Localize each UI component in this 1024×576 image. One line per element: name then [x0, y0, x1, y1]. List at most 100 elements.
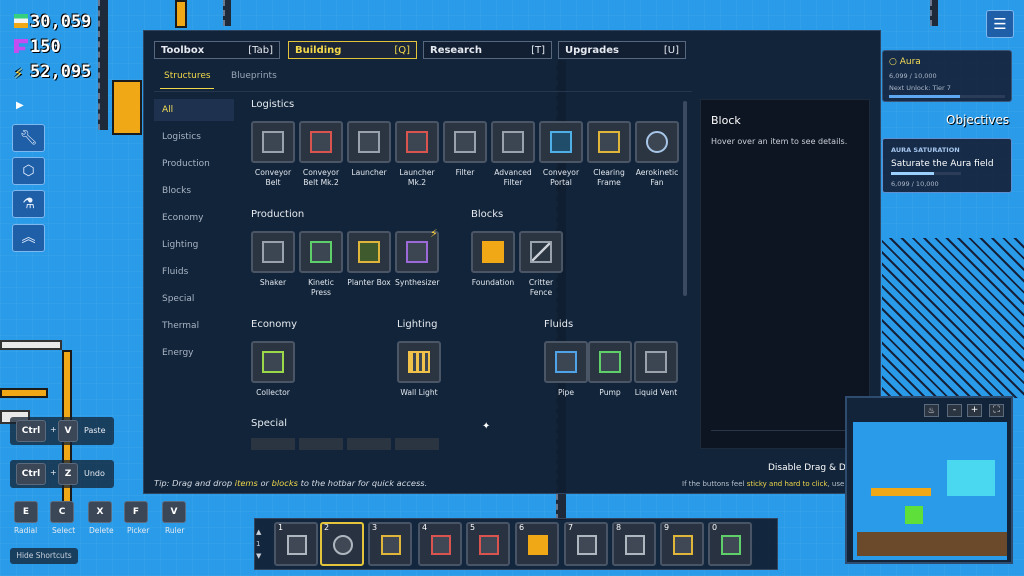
hint-pre: If the buttons feel: [682, 480, 747, 488]
slot-number: 9: [664, 523, 670, 532]
fullscreen-icon[interactable]: ⛶: [989, 404, 1004, 417]
hotbar-slot-2[interactable]: 2: [320, 522, 364, 566]
category-special[interactable]: Special: [154, 288, 234, 310]
key-c: C: [50, 501, 74, 523]
item-conveyor-belt-mk2[interactable]: Conveyor Belt Mk.2: [299, 121, 343, 188]
divider: [711, 430, 861, 431]
item-conveyor-portal[interactable]: Conveyor Portal: [539, 121, 583, 188]
delete-label: Delete: [89, 526, 114, 535]
wand-icon: [721, 535, 741, 555]
tip-items: items: [234, 478, 258, 488]
item-label: Aerokinetic Fan: [635, 168, 679, 187]
item-conveyor-belt[interactable]: Conveyor Belt: [251, 121, 295, 188]
slot-number: 4: [422, 523, 428, 532]
tab-building[interactable]: Building [Q]: [288, 41, 417, 59]
launcher-mk2-icon: [479, 535, 499, 555]
item-launcher-mk2[interactable]: Launcher Mk.2: [395, 121, 439, 188]
item-label: Synthesizer: [395, 278, 440, 287]
cells-resource: 30,059: [14, 12, 91, 32]
item-kinetic-press[interactable]: Kinetic Press: [299, 231, 343, 298]
hotbar-slot-4[interactable]: 4: [418, 522, 462, 566]
objective-progress-track: [891, 172, 961, 175]
lightning-icon: ⚡: [14, 64, 24, 82]
item-filter[interactable]: Filter: [443, 121, 487, 178]
item-planter-box[interactable]: Planter Box: [347, 231, 391, 288]
flask-button[interactable]: ⚗: [12, 190, 45, 218]
liquid-vent-icon: [645, 351, 667, 373]
item-collector[interactable]: Collector: [251, 341, 295, 398]
aura-next-unlock: Next Unlock: Tier 7: [889, 84, 951, 92]
key-v: V: [162, 501, 186, 523]
plus-icon[interactable]: +: [967, 404, 982, 417]
hotbar-scroll-arrows[interactable]: ▲ 1 ▼: [256, 526, 261, 562]
subtab-structures[interactable]: Structures: [164, 71, 211, 81]
flux-value: 150: [30, 37, 61, 57]
hotbar-slot-6[interactable]: 6: [515, 522, 559, 566]
category-lighting[interactable]: Lighting: [154, 234, 234, 256]
category-logistics[interactable]: Logistics: [154, 126, 234, 148]
tab-label: Upgrades: [565, 45, 620, 56]
crafting-icon: [673, 535, 693, 555]
category-economy[interactable]: Economy: [154, 207, 234, 229]
minimap[interactable]: ♨ - + ⛶: [845, 396, 1013, 564]
menu-button[interactable]: ☰: [986, 10, 1014, 38]
scrollbar[interactable]: [683, 101, 687, 296]
divider: [154, 91, 692, 92]
category-blocks[interactable]: Blocks: [154, 180, 234, 202]
item-launcher[interactable]: Launcher: [347, 121, 391, 178]
fire-icon[interactable]: ♨: [924, 404, 939, 417]
launcher-mk2-icon: [406, 131, 428, 153]
synthesizer-icon: [406, 241, 428, 263]
item-label: Launcher: [351, 168, 387, 177]
category-energy[interactable]: Energy: [154, 342, 234, 364]
item-foundation[interactable]: Foundation: [471, 231, 515, 288]
wrench-button[interactable]: 🔧︎: [12, 124, 45, 152]
hotbar-slot-1[interactable]: 1: [274, 522, 318, 566]
subtab-blueprints[interactable]: Blueprints: [231, 71, 277, 81]
item-wall-light[interactable]: Wall Light: [397, 341, 441, 398]
item-pipe[interactable]: Pipe: [544, 341, 588, 398]
slot-number: 6: [519, 523, 525, 532]
special-items-row: [251, 438, 491, 450]
section-blocks-title: Blocks: [471, 209, 504, 220]
item-advanced-filter[interactable]: Advanced Filter: [491, 121, 535, 188]
category-all[interactable]: All: [154, 99, 234, 121]
hotbar-slot-3[interactable]: 3: [368, 522, 412, 566]
advanced-filter-icon: [577, 535, 597, 555]
play-icon[interactable]: ▶: [16, 100, 24, 111]
tab-toolbox[interactable]: Toolbox [Tab]: [154, 41, 280, 59]
plus-sign: +: [50, 468, 57, 477]
item-clearing-frame[interactable]: Clearing Frame: [587, 121, 631, 188]
aura-progress-track: [889, 95, 1005, 98]
category-thermal[interactable]: Thermal: [154, 315, 234, 337]
slot-number: 7: [568, 523, 574, 532]
hotbar-slot-9[interactable]: 9: [660, 522, 704, 566]
hotbar-slot-5[interactable]: 5: [466, 522, 510, 566]
item-pump[interactable]: Pump: [588, 341, 632, 398]
hotbar-slot-0[interactable]: 0: [708, 522, 752, 566]
objective-card[interactable]: AURA SATURATION Saturate the Aura field …: [882, 138, 1012, 193]
minus-icon[interactable]: -: [947, 404, 962, 417]
tab-upgrades[interactable]: Upgrades [U]: [558, 41, 686, 59]
item-shaker[interactable]: Shaker: [251, 231, 295, 288]
item-critter-fence[interactable]: Critter Fence: [519, 231, 563, 298]
hotbar-slot-7[interactable]: 7: [564, 522, 608, 566]
power-resource: ⚡ 52,095: [14, 62, 91, 82]
detail-title: Block: [711, 114, 741, 127]
category-fluids[interactable]: Fluids: [154, 261, 234, 283]
category-production[interactable]: Production: [154, 153, 234, 175]
hide-shortcuts-button[interactable]: Hide Shortcuts: [10, 548, 78, 564]
item-liquid-vent[interactable]: Liquid Vent: [634, 341, 678, 398]
hotbar-slot-8[interactable]: 8: [612, 522, 656, 566]
minimap-feature: [905, 506, 923, 524]
plus-sign: +: [50, 425, 57, 434]
ruler-label: Ruler: [165, 526, 185, 535]
item-aerokinetic-fan[interactable]: Aerokinetic Fan: [635, 121, 679, 188]
tab-research[interactable]: Research [T]: [423, 41, 552, 59]
cube-button[interactable]: ⬡: [12, 157, 45, 185]
section-economy-title: Economy: [251, 319, 298, 330]
section-logistics-title: Logistics: [251, 99, 295, 110]
objective-task: Saturate the Aura field: [891, 159, 994, 169]
chevron-up-button[interactable]: ︽: [12, 224, 45, 252]
conveyor-belt-mk2-icon: [310, 131, 332, 153]
